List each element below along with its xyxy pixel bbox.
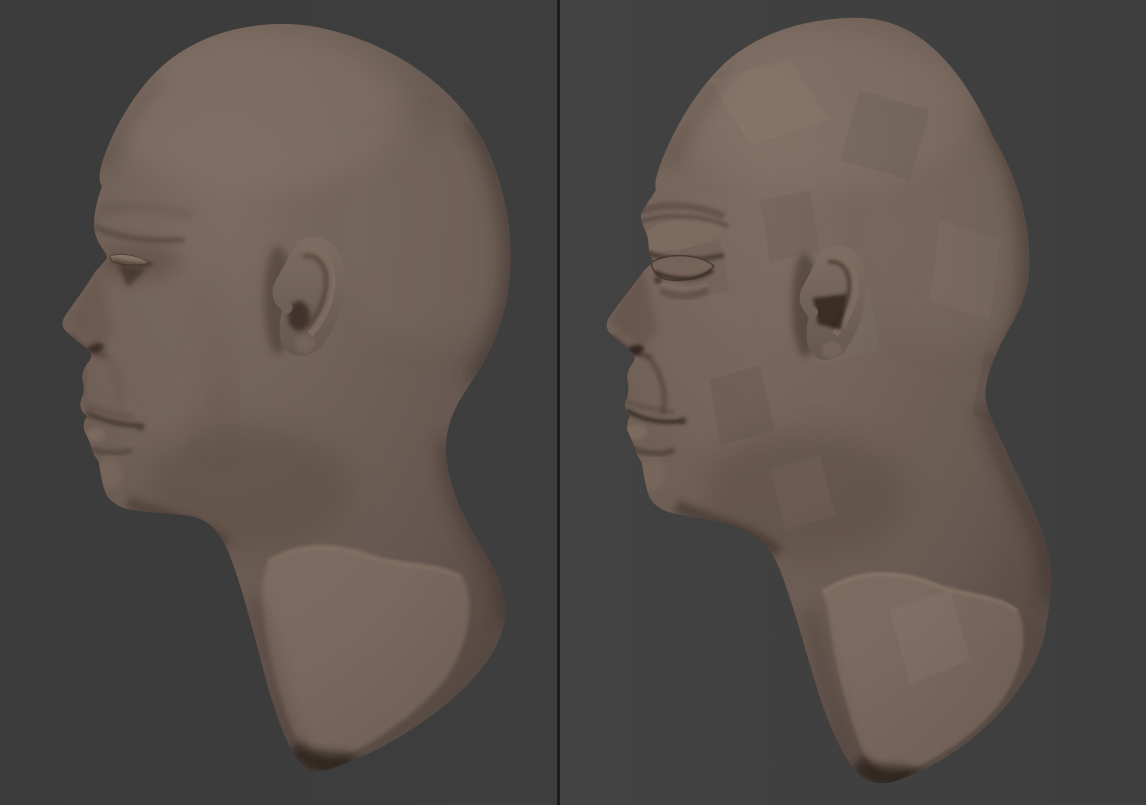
lower-lip (85, 428, 105, 442)
sculpt-comparison-viewport (0, 0, 1146, 805)
tragus (806, 306, 818, 318)
viewport-panel-left[interactable] (0, 0, 557, 805)
eye-corner (654, 276, 662, 284)
neck-mask-patch (262, 546, 469, 760)
mouth-corner (138, 424, 145, 431)
lower-lip (625, 424, 647, 440)
tragus (282, 303, 293, 314)
mouth-corner (680, 418, 687, 425)
chin-highlight (94, 458, 122, 490)
head-render-smooth (0, 0, 557, 805)
chin-highlight (635, 457, 665, 491)
head-render-decimated (560, 0, 1146, 805)
ear-lobe (295, 335, 315, 353)
viewport-panel-right[interactable] (560, 0, 1146, 805)
ear-lobe (822, 341, 842, 359)
philtrum (84, 366, 86, 398)
